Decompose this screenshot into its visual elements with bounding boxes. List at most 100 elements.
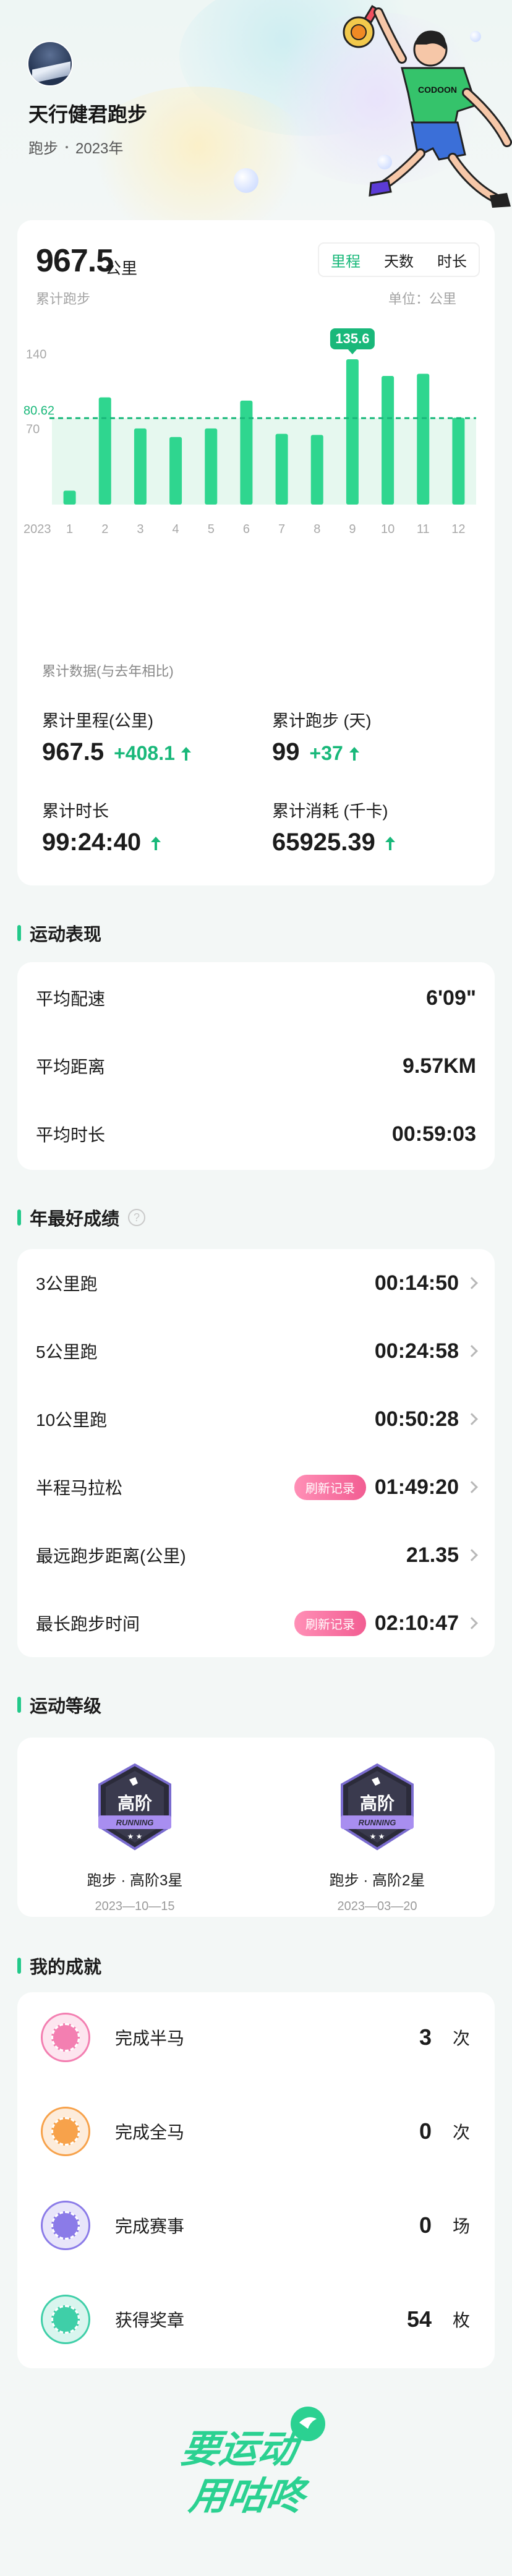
best-record-row[interactable]: 半程马拉松 刷新记录 01:49:20 bbox=[17, 1453, 495, 1521]
comparison-value-row: 99:24:40 bbox=[42, 829, 161, 856]
achievement-unit: 次 bbox=[453, 2123, 471, 2142]
level-card: 高阶 RUNNING ★ ★ 跑步 · 高阶3星 2023—10—15 高阶 RUNNING… bbox=[17, 1738, 495, 1917]
chevron-right-icon bbox=[466, 1617, 478, 1629]
average-area bbox=[52, 418, 476, 505]
best-record-row[interactable]: 最长跑步时间 刷新记录 02:10:47 bbox=[17, 1589, 495, 1657]
bar-10 bbox=[382, 376, 395, 505]
performance-label: 平均配速 bbox=[36, 989, 106, 1009]
bar-12 bbox=[452, 417, 465, 505]
x-tick-label: 1 bbox=[66, 522, 73, 536]
level-item[interactable]: 高阶 RUNNING ★ ★ 跑步 · 高阶3星 2023—10—15 bbox=[54, 1762, 215, 1914]
achievement-label: 完成赛事 bbox=[115, 2217, 185, 2236]
user-subtitle: 跑步 2023年 bbox=[28, 136, 123, 158]
comparison-label: 累计消耗 (千卡) bbox=[272, 802, 388, 821]
y-tick-label: 140 bbox=[26, 348, 46, 361]
achievement-unit: 次 bbox=[453, 2029, 471, 2048]
new-record-badge: 刷新记录 bbox=[294, 1474, 366, 1500]
chevron-right-icon bbox=[466, 1277, 478, 1289]
achievement-value: 54 bbox=[406, 2306, 432, 2332]
average-label: 80.62 bbox=[23, 404, 54, 417]
bar-9 bbox=[346, 359, 359, 505]
achievement-row[interactable]: 获得奖章 54 枚 bbox=[17, 2274, 495, 2365]
stats-card: 967.5 公里 累计跑步 里程 天数 时长 单位：公里 140 70 1 2 3 4 5 6… bbox=[17, 220, 495, 885]
avatar[interactable] bbox=[27, 41, 73, 87]
x-tick-label: 11 bbox=[417, 522, 430, 536]
achievement-label: 完成半马 bbox=[115, 2029, 185, 2048]
comparison-value: 99:24:40 bbox=[42, 829, 142, 856]
performance-section-title: 运动表现 bbox=[17, 920, 101, 946]
highlight-value-label: 135.6 bbox=[335, 331, 369, 346]
profile-header: 天行健君跑步 跑步 2023年 CODOON bbox=[0, 0, 512, 223]
level-name: 跑步 · 高阶3星 bbox=[87, 1872, 183, 1889]
comparison-label: 累计时长 bbox=[42, 802, 109, 821]
event-medal-icon bbox=[41, 2201, 90, 2250]
tab-distance[interactable]: 里程 bbox=[326, 244, 365, 276]
level-name: 跑步 · 高阶2星 bbox=[329, 1872, 425, 1889]
comparison-delta-value: +408.1 bbox=[114, 742, 175, 764]
bar-2 bbox=[98, 397, 111, 505]
level-title-text: 运动等级 bbox=[30, 1697, 102, 1717]
comparison-delta: +37 bbox=[310, 742, 359, 765]
tab-duration[interactable]: 时长 bbox=[432, 244, 472, 276]
comparison-value: 65925.39 bbox=[272, 829, 375, 856]
comparison-delta: +408.1 bbox=[114, 742, 191, 765]
arrow-up-icon bbox=[349, 746, 359, 761]
half-marathon-medal-icon bbox=[41, 2013, 90, 2062]
x-tick-label: 2 bbox=[101, 522, 108, 536]
bar-5 bbox=[205, 428, 218, 505]
performance-title-text: 运动表现 bbox=[30, 925, 102, 945]
comparison-value-row: 99 +37 bbox=[272, 738, 359, 766]
chevron-right-icon bbox=[466, 1345, 478, 1357]
best-record-value: 00:50:28 bbox=[374, 1407, 459, 1431]
performance-value: 6'09" bbox=[426, 986, 476, 1010]
tab-days[interactable]: 天数 bbox=[379, 244, 419, 276]
advanced-level-badge-icon: 高阶 RUNNING ★ ★ bbox=[341, 1763, 414, 1851]
best-record-row[interactable]: 10公里跑 00:50:28 bbox=[17, 1385, 495, 1453]
achievement-value: 3 bbox=[419, 2024, 432, 2050]
best-title-text: 年最好成绩 bbox=[30, 1209, 120, 1229]
comparison-delta bbox=[151, 837, 161, 850]
award-medal-icon bbox=[41, 2295, 90, 2344]
best-record-row[interactable]: 3公里跑 00:14:50 bbox=[17, 1249, 495, 1317]
x-tick-label: 7 bbox=[278, 522, 285, 536]
badge-subtext: RUNNING bbox=[116, 1818, 154, 1827]
bar-4 bbox=[169, 437, 182, 505]
arrow-up-icon bbox=[181, 746, 191, 761]
achievement-row[interactable]: 完成全马 0 次 bbox=[17, 2086, 495, 2177]
svg-text:★ ★: ★ ★ bbox=[370, 1832, 385, 1841]
chevron-right-icon bbox=[466, 1413, 478, 1425]
achievement-card: 完成半马 3 次完成全马 0 次完成赛事 0 场获得奖章 54 枚 bbox=[17, 1992, 495, 2368]
level-date: 2023—10—15 bbox=[95, 1900, 175, 1913]
achievement-row[interactable]: 完成赛事 0 场 bbox=[17, 2180, 495, 2271]
help-icon[interactable]: ? bbox=[128, 1209, 146, 1226]
best-record-value: 01:49:20 bbox=[374, 1475, 459, 1499]
best-record-label: 3公里跑 bbox=[36, 1274, 98, 1294]
level-section-title: 运动等级 bbox=[17, 1692, 101, 1718]
best-section-title: 年最好成绩 ? bbox=[17, 1205, 146, 1230]
performance-card: 平均配速 6'09" 平均距离 9.57KM 平均时长 00:59:03 bbox=[17, 962, 495, 1170]
best-record-row[interactable]: 最远跑步距离(公里) 21.35 bbox=[17, 1521, 495, 1589]
new-record-badge: 刷新记录 bbox=[294, 1610, 366, 1636]
user-name: 天行健君跑步 bbox=[28, 103, 148, 126]
bar-6 bbox=[240, 400, 253, 505]
total-distance: 967.5 bbox=[36, 243, 114, 279]
best-record-label: 5公里跑 bbox=[36, 1342, 98, 1362]
comparison-value-row: 967.5 +408.1 bbox=[42, 738, 191, 766]
achievement-label: 完成全马 bbox=[115, 2123, 185, 2142]
level-date: 2023—03—20 bbox=[337, 1900, 417, 1913]
best-record-label: 10公里跑 bbox=[36, 1410, 108, 1430]
bar-7 bbox=[275, 433, 288, 505]
advanced-level-badge-icon: 高阶 RUNNING ★ ★ bbox=[98, 1763, 171, 1851]
badge-subtext: RUNNING bbox=[359, 1818, 396, 1827]
level-item[interactable]: 高阶 RUNNING ★ ★ 跑步 · 高阶2星 2023—03—20 bbox=[297, 1762, 458, 1914]
x-tick-label: 9 bbox=[349, 522, 356, 536]
arrow-up-icon bbox=[151, 837, 161, 850]
x-tick-label: 4 bbox=[173, 522, 179, 536]
sport-label: 跑步 bbox=[28, 140, 58, 157]
bar-11 bbox=[417, 373, 430, 505]
comparison-label: 累计里程(公里) bbox=[42, 712, 153, 730]
best-record-row[interactable]: 5公里跑 00:24:58 bbox=[17, 1317, 495, 1385]
achievement-row[interactable]: 完成半马 3 次 bbox=[17, 1992, 495, 2083]
x-tick-label: 6 bbox=[243, 522, 250, 536]
x-tick-label: 8 bbox=[314, 522, 320, 536]
